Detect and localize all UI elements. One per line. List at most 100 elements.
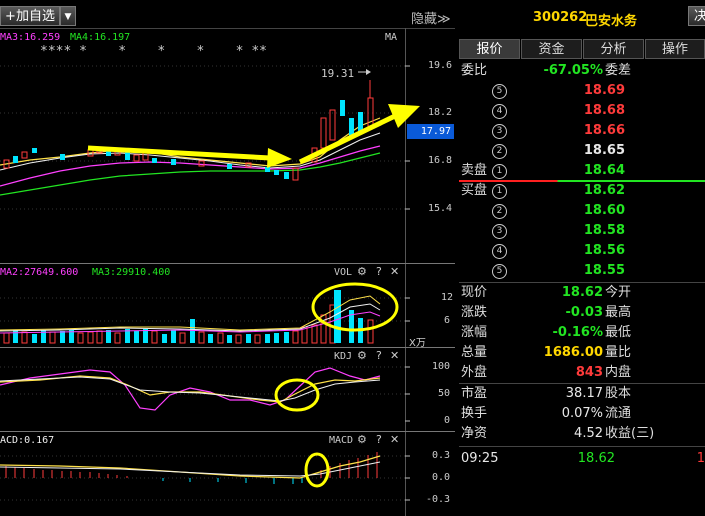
stock-name: 巴安水务 [585, 14, 638, 29]
bid-price: 18.55 [583, 263, 625, 278]
macd-title: MACD [329, 435, 354, 446]
stat-label: 总量 [461, 345, 488, 360]
stat-value: 1686.00 [543, 345, 603, 360]
vol-tick: 6 [444, 315, 451, 326]
tick-row: 09:25 18.62 1 [459, 449, 705, 469]
decision-button[interactable]: 决 [688, 6, 705, 26]
stat-label: 现价 [461, 285, 488, 300]
stat-row: 涨跌 -0.03 最高 [459, 303, 705, 323]
stat-label: 最低 [605, 325, 632, 340]
ask-row: 2 18.65 [459, 141, 705, 161]
price-tick: 18.2 [428, 107, 453, 118]
stat-label: 涨幅 [461, 325, 488, 340]
stat-label: 内盘 [605, 365, 632, 380]
stat-value: -0.16% [552, 325, 604, 340]
ask-price: 18.65 [583, 143, 625, 158]
level-1-icon: 1 [492, 184, 507, 199]
stat-label: 量比 [605, 345, 632, 360]
level-4-icon: 4 [492, 244, 507, 259]
stat-row: 总量 1686.00 量比 [459, 343, 705, 363]
commission-ratio-label: 委比 [461, 63, 488, 78]
hide-panel-button[interactable]: 隐藏≫ [411, 8, 451, 27]
tab-quote[interactable]: 报价 [459, 39, 520, 59]
level-1-icon: 1 [492, 164, 507, 179]
tick-time: 09:25 [461, 451, 499, 466]
macd-tick: 0.3 [432, 450, 451, 461]
ask-price: 18.69 [583, 83, 625, 98]
macd-tick: 0.0 [432, 472, 451, 483]
price-tick: 15.4 [428, 203, 453, 214]
volume-highlight-circle [311, 282, 399, 332]
add-watchlist-button[interactable]: +加自选 [0, 6, 60, 26]
ask-row: 卖盘 1 18.64 [459, 161, 705, 181]
kdj-title: KDJ [334, 351, 353, 362]
stat-row: 现价 18.62 今开 [459, 283, 705, 303]
stat-row: 市盈 38.17 股本 [459, 384, 705, 404]
hide-label: 隐藏 [411, 12, 438, 27]
gear-icon[interactable]: ⚙ [357, 265, 367, 278]
ask-row: 4 18.68 [459, 101, 705, 121]
vol-title: VOL [334, 267, 353, 278]
level-5-icon: 5 [492, 264, 507, 279]
commission-diff-label: 委差 [605, 63, 632, 78]
price-tick: 16.8 [428, 155, 453, 166]
close-icon[interactable]: ✕ [390, 433, 399, 446]
stat-row: 净资 4.52 收益(三) [459, 424, 705, 444]
bid-price: 18.58 [583, 223, 625, 238]
kdj-tick: 50 [438, 388, 451, 399]
buy-label: 买盘 [461, 183, 488, 198]
kdj-tick: 0 [444, 415, 451, 426]
commission-ratio-value: -67.05% [543, 63, 603, 78]
help-icon[interactable]: ? [376, 349, 382, 362]
ask-row: 5 18.69 [459, 81, 705, 101]
vol-tick: 12 [441, 292, 454, 303]
help-icon[interactable]: ? [376, 433, 382, 446]
close-icon[interactable]: ✕ [390, 265, 399, 278]
help-icon[interactable]: ? [376, 265, 382, 278]
double-chevron-icon: ≫ [437, 12, 451, 27]
stock-code: 300262 [533, 10, 588, 25]
level-3-icon: 3 [492, 124, 507, 139]
level-2-icon: 2 [492, 204, 507, 219]
stat-value: 0.07% [561, 406, 603, 421]
vol-unit: X万 [409, 338, 426, 349]
stat-value: 4.52 [574, 426, 603, 441]
stat-row: 涨幅 -0.16% 最低 [459, 323, 705, 343]
tab-funds[interactable]: 资金 [521, 39, 582, 59]
macd-value-label: ACD:0.167 [0, 435, 55, 446]
watchlist-dropdown-button[interactable]: ▼ [60, 6, 76, 26]
level-5-icon: 5 [492, 84, 507, 99]
stat-row: 换手 0.07% 流通 [459, 404, 705, 424]
stat-label: 今开 [605, 285, 632, 300]
stat-label: 净资 [461, 426, 488, 441]
bid-row: 3 18.58 [459, 221, 705, 241]
stat-label: 外盘 [461, 365, 488, 380]
stat-label: 最高 [605, 305, 632, 320]
stat-value: -0.03 [565, 305, 603, 320]
tab-operation[interactable]: 操作 [645, 39, 705, 59]
stat-value: 843 [575, 365, 603, 380]
tick-price: 18.62 [577, 451, 615, 466]
sell-label: 卖盘 [461, 163, 488, 178]
stat-row: 外盘 843 内盘 [459, 363, 705, 383]
ma-button[interactable]: MA [385, 32, 397, 43]
bid-price: 18.60 [583, 203, 625, 218]
kdj-tick: 100 [432, 361, 451, 372]
stat-value: 18.62 [561, 285, 603, 300]
vol-ma3-label: MA3:29910.400 [92, 267, 171, 278]
stat-label: 股本 [605, 386, 632, 401]
stat-label: 换手 [461, 406, 488, 421]
stat-label: 市盈 [461, 386, 488, 401]
signal-stars: **** * * * * * ** [40, 44, 267, 59]
bid-row: 4 18.56 [459, 241, 705, 261]
level-4-icon: 4 [492, 104, 507, 119]
gear-icon[interactable]: ⚙ [357, 433, 367, 446]
macd-tick: -0.3 [426, 494, 451, 505]
close-icon[interactable]: ✕ [390, 349, 399, 362]
ask-price: 18.66 [583, 123, 625, 138]
bid-row: 2 18.60 [459, 201, 705, 221]
gear-icon[interactable]: ⚙ [357, 349, 367, 362]
ma3-label: MA3:16.259 [0, 32, 61, 43]
tab-analysis[interactable]: 分析 [583, 39, 644, 59]
kdj-highlight-circle [274, 378, 320, 412]
